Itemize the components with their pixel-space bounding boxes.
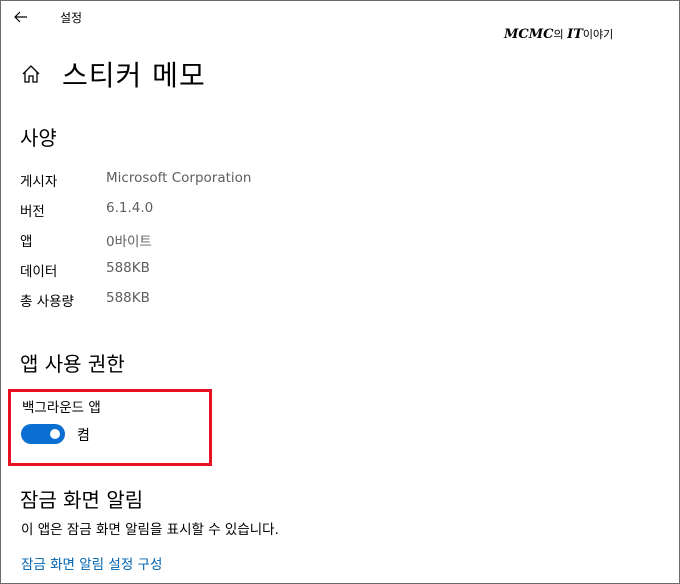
page-header: 스티커 메모 — [20, 54, 206, 94]
spec-value: Microsoft Corporation — [106, 170, 252, 186]
spec-value: 0바이트 — [106, 234, 152, 250]
spec-label: 게시자 — [20, 174, 58, 190]
app-title: 설정 — [60, 11, 83, 25]
spec-label: 총 사용량 — [20, 294, 74, 310]
lock-screen-description: 이 앱은 잠금 화면 알림을 표시할 수 있습니다. — [21, 522, 279, 538]
spec-value: 6.1.4.0 — [106, 200, 154, 216]
toggle-state-label: 켬 — [77, 428, 90, 444]
specs-section-title: 사양 — [20, 126, 57, 150]
spec-label: 앱 — [20, 234, 33, 250]
spec-label: 버전 — [20, 204, 45, 220]
background-app-label: 백그라운드 앱 — [22, 400, 101, 416]
spec-value: 588KB — [106, 290, 150, 306]
lock-screen-settings-link[interactable]: 잠금 화면 알림 설정 구성 — [21, 553, 162, 573]
back-button[interactable] — [6, 4, 36, 30]
watermark: MCMC의 IT이야기 — [504, 27, 614, 42]
background-app-toggle[interactable] — [21, 424, 65, 444]
back-arrow-icon — [14, 11, 27, 23]
spec-value: 588KB — [106, 260, 150, 276]
toggle-knob — [50, 429, 60, 439]
lock-screen-section-title: 잠금 화면 알림 — [20, 488, 144, 512]
page-title: 스티커 메모 — [62, 59, 206, 92]
spec-label: 데이터 — [20, 264, 58, 280]
permissions-section-title: 앱 사용 권한 — [20, 352, 125, 376]
home-icon[interactable] — [20, 63, 42, 85]
